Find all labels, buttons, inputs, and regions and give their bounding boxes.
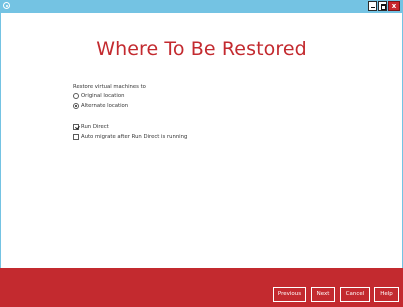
maximize-button[interactable]	[378, 1, 387, 11]
checkbox-auto-migrate-label: Auto migrate after Run Direct is running	[81, 134, 188, 140]
next-button[interactable]: Next	[311, 287, 335, 302]
radio-alternate-location-label: Alternate location	[81, 103, 129, 109]
checkbox-auto-migrate[interactable]: Auto migrate after Run Direct is running	[73, 133, 187, 141]
checkbox-run-direct-label: Run Direct	[81, 124, 109, 130]
close-button[interactable]: x	[388, 1, 400, 11]
radio-icon[interactable]	[73, 93, 79, 99]
checkbox-unchecked-icon[interactable]	[73, 134, 79, 140]
close-icon: x	[391, 2, 397, 10]
checkbox-run-direct[interactable]: Run Direct	[73, 123, 109, 131]
checkbox-checked-icon[interactable]	[73, 124, 79, 130]
minimize-button[interactable]	[368, 1, 377, 11]
help-button[interactable]: Help	[374, 287, 399, 302]
radio-original-location-label: Original location	[81, 93, 125, 99]
restore-target-label: Restore virtual machines to	[73, 84, 146, 90]
title-bar: x	[0, 0, 403, 13]
restore-wizard-window: x Where To Be Restored Restore virtual m…	[0, 0, 403, 307]
radio-selected-icon[interactable]	[73, 103, 79, 109]
cancel-button[interactable]: Cancel	[340, 287, 370, 302]
radio-original-location[interactable]: Original location	[73, 92, 124, 100]
app-icon	[3, 2, 10, 9]
page-title: Where To Be Restored	[96, 38, 307, 60]
radio-alternate-location[interactable]: Alternate location	[73, 102, 128, 110]
previous-button[interactable]: Previous	[273, 287, 306, 302]
